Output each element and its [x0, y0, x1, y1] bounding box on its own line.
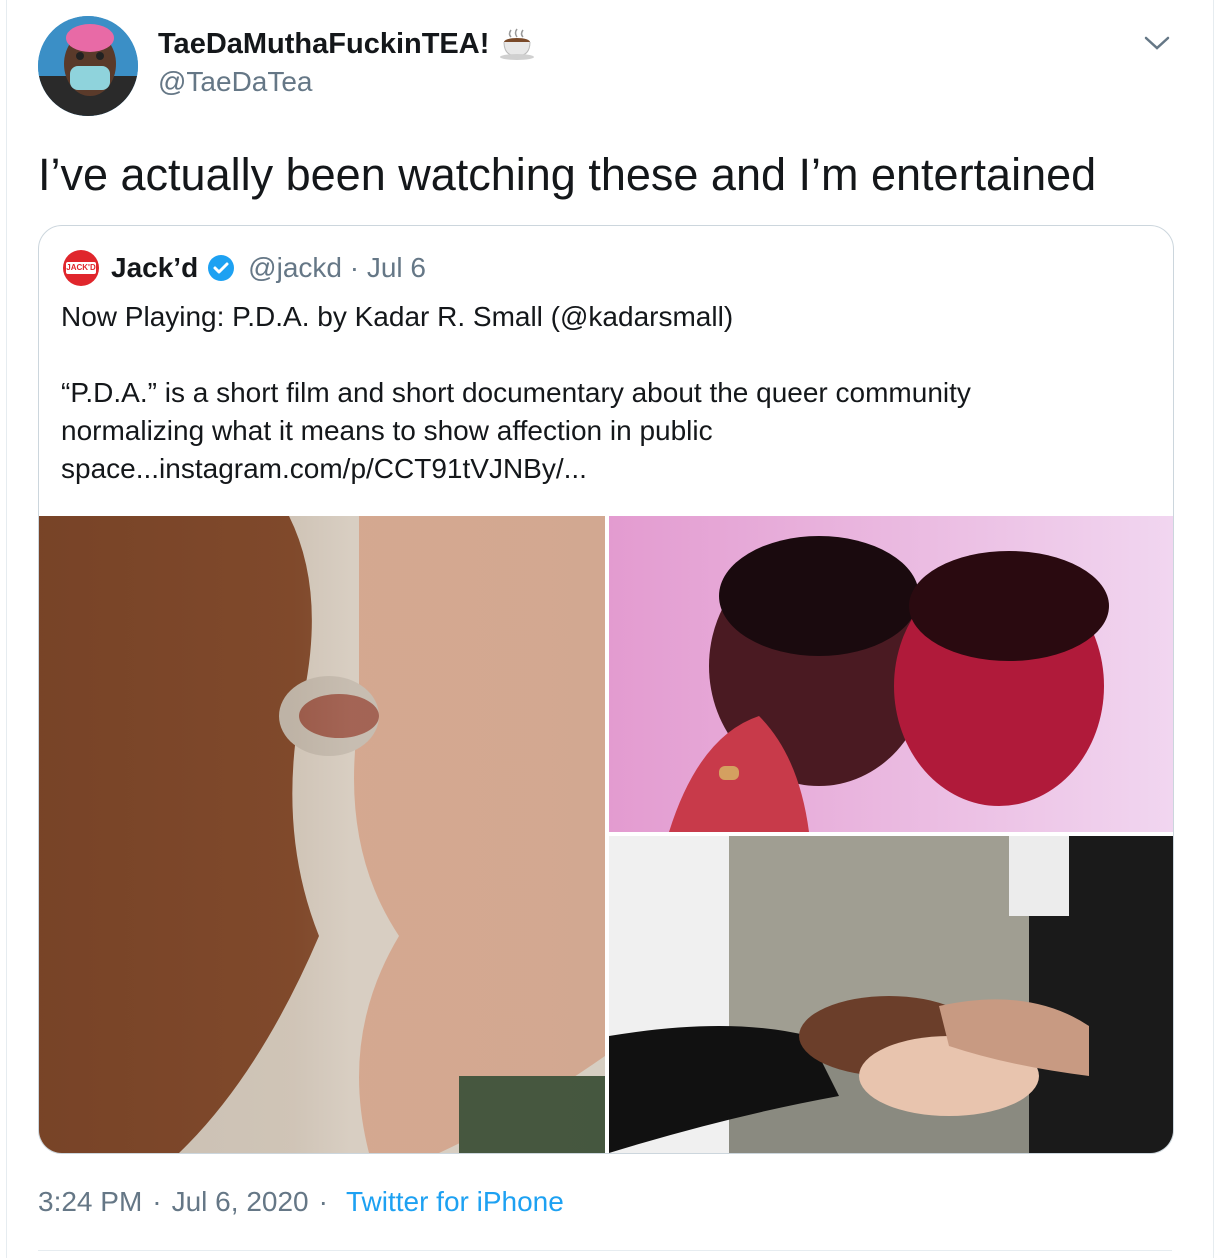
quoted-display-name[interactable]: Jack’d: [111, 252, 198, 284]
meta-separator: ·: [318, 1186, 328, 1217]
verified-badge-icon: [208, 255, 235, 281]
quoted-line-2: “P.D.A.” is a short film and short docum…: [61, 377, 971, 408]
left-border: [6, 0, 7, 1258]
media-image-3[interactable]: [609, 836, 1173, 1153]
avatar-image: [38, 16, 138, 116]
kiss-closeup-photo: [39, 516, 605, 1153]
avatar[interactable]: [38, 16, 138, 116]
author-display-name[interactable]: TaeDaMuthaFuckinTEA!: [158, 28, 489, 61]
quoted-line-3: normalizing what it means to show affect…: [61, 415, 713, 446]
tweet-meta: 3:24 PM · Jul 6, 2020 · Twitter for iPho…: [38, 1186, 564, 1218]
quoted-tweet[interactable]: JACK'D Jack’d @jackd · Jul 6 Now Playing…: [38, 225, 1174, 1154]
author-handle[interactable]: @TaeDaTea: [158, 66, 313, 98]
quoted-handle-date[interactable]: @jackd · Jul 6: [248, 252, 426, 284]
quoted-line-4[interactable]: space...instagram.com/p/CCT91tVJNBy/...: [61, 450, 1151, 488]
quoted-line-1: Now Playing: P.D.A. by Kadar R. Small (@…: [61, 301, 734, 332]
jackd-logo-avatar[interactable]: JACK'D: [63, 250, 99, 286]
quoted-header: JACK'D Jack’d @jackd · Jul 6: [63, 250, 426, 286]
tweet-time[interactable]: 3:24 PM: [38, 1186, 142, 1218]
holding-hands-photo: [609, 836, 1173, 1153]
tweet-text: I’ve actually been watching these and I’…: [38, 149, 1097, 200]
media-image-1[interactable]: [39, 516, 605, 1153]
author-name-row: TaeDaMuthaFuckinTEA!: [158, 24, 535, 64]
coffee-cup-emoji-icon: [500, 28, 535, 60]
foreheads-touching-photo: [609, 516, 1173, 832]
quoted-text: Now Playing: P.D.A. by Kadar R. Small (@…: [61, 298, 1151, 488]
chevron-down-icon[interactable]: [1140, 30, 1174, 54]
media-image-2[interactable]: [609, 516, 1173, 832]
meta-separator: ·: [152, 1186, 162, 1217]
right-border: [1213, 0, 1214, 1258]
logo-text: JACK'D: [66, 262, 96, 274]
tweet-date[interactable]: Jul 6, 2020: [172, 1186, 309, 1218]
divider: [38, 1250, 1172, 1251]
tweet-source-link[interactable]: Twitter for iPhone: [346, 1186, 564, 1218]
